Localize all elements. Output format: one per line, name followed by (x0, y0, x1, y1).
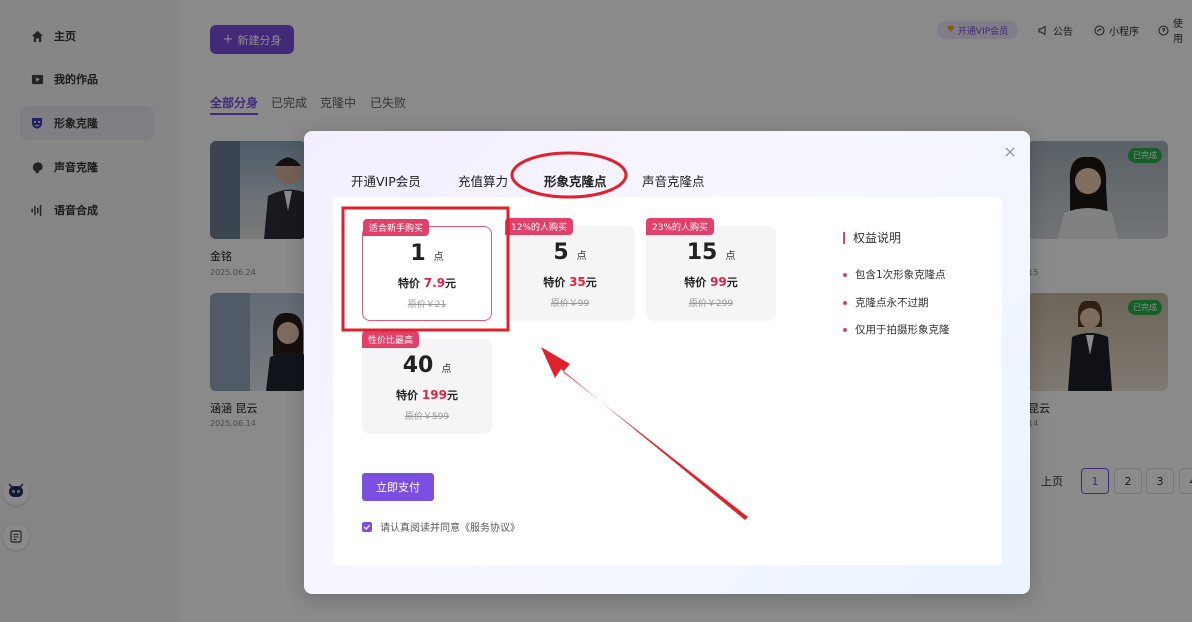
tab-vip[interactable]: 开通VIP会员 (351, 171, 421, 190)
tab-avatar-clone-points[interactable]: 形象克隆点 (544, 171, 607, 190)
package-qty: 40 (402, 353, 434, 378)
benefits-title: 权益说明 (843, 232, 901, 244)
agreement-text: 请认真阅读并同意《服务协议》 (380, 523, 520, 534)
package-unit: 点 (433, 252, 444, 263)
tab-recharge-compute[interactable]: 充值算力 (458, 171, 508, 190)
package-price: 99 (710, 275, 727, 289)
price-label: 特价 (396, 389, 419, 402)
package-qty: 5 (553, 240, 569, 265)
benefit-item: 仅用于拍摄形象克隆 (843, 322, 950, 337)
package-option[interactable]: 12%的人购买 5点 特价 35元 原价￥99 (505, 218, 635, 321)
purchase-modal: 开通VIP会员 充值算力 形象克隆点 声音克隆点 适合新手购买 1点 特价 7.… (304, 131, 1030, 594)
close-icon[interactable] (1004, 143, 1016, 157)
price-label: 特价 (397, 277, 420, 290)
price-label: 特价 (684, 276, 707, 289)
package-tag: 12%的人购买 (505, 218, 574, 235)
package-original-price: 原价￥21 (407, 300, 447, 310)
bullet-icon (843, 272, 847, 277)
package-tag: 23%的人购买 (646, 218, 715, 235)
pay-now-button[interactable]: 立即支付 (362, 473, 434, 501)
package-tag: 适合新手购买 (363, 219, 430, 236)
agreement-row[interactable]: 请认真阅读并同意《服务协议》 (362, 519, 520, 534)
package-option[interactable]: 性价比最高 40 点 特价 199元 原价￥599 (362, 331, 492, 434)
package-qty: 15 (686, 240, 718, 265)
package-unit: 点 (576, 251, 587, 262)
package-option[interactable]: 23%的人购买 15 点 特价 99元 原价￥299 (646, 218, 776, 321)
price-label: 特价 (543, 276, 566, 289)
bullet-icon (843, 300, 847, 305)
modal-content: 适合新手购买 1点 特价 7.9元 原价￥21 12%的人购买 5点 特价 35… (333, 197, 1002, 565)
package-price: 35 (569, 275, 586, 289)
package-unit: 点 (441, 364, 452, 375)
package-original-price: 原价￥599 (404, 412, 450, 422)
price-currency: 元 (446, 389, 458, 402)
package-price: 199 (421, 388, 447, 402)
benefit-item: 包含1次形象克隆点 (843, 267, 946, 282)
package-original-price: 原价￥299 (688, 299, 734, 309)
agreement-checkbox[interactable] (362, 521, 372, 532)
tab-voice-clone-points[interactable]: 声音克隆点 (642, 171, 705, 190)
price-currency: 元 (445, 277, 457, 290)
benefit-item: 克隆点永不过期 (843, 295, 929, 310)
package-option[interactable]: 适合新手购买 1点 特价 7.9元 原价￥21 (362, 219, 492, 321)
price-currency: 元 (585, 276, 597, 289)
package-qty: 1 (410, 241, 426, 266)
package-price: 7.9 (423, 276, 446, 290)
package-tag: 性价比最高 (362, 331, 420, 348)
package-unit: 点 (725, 251, 736, 262)
price-currency: 元 (726, 276, 738, 289)
bullet-icon (843, 327, 847, 332)
package-original-price: 原价￥99 (550, 299, 590, 309)
